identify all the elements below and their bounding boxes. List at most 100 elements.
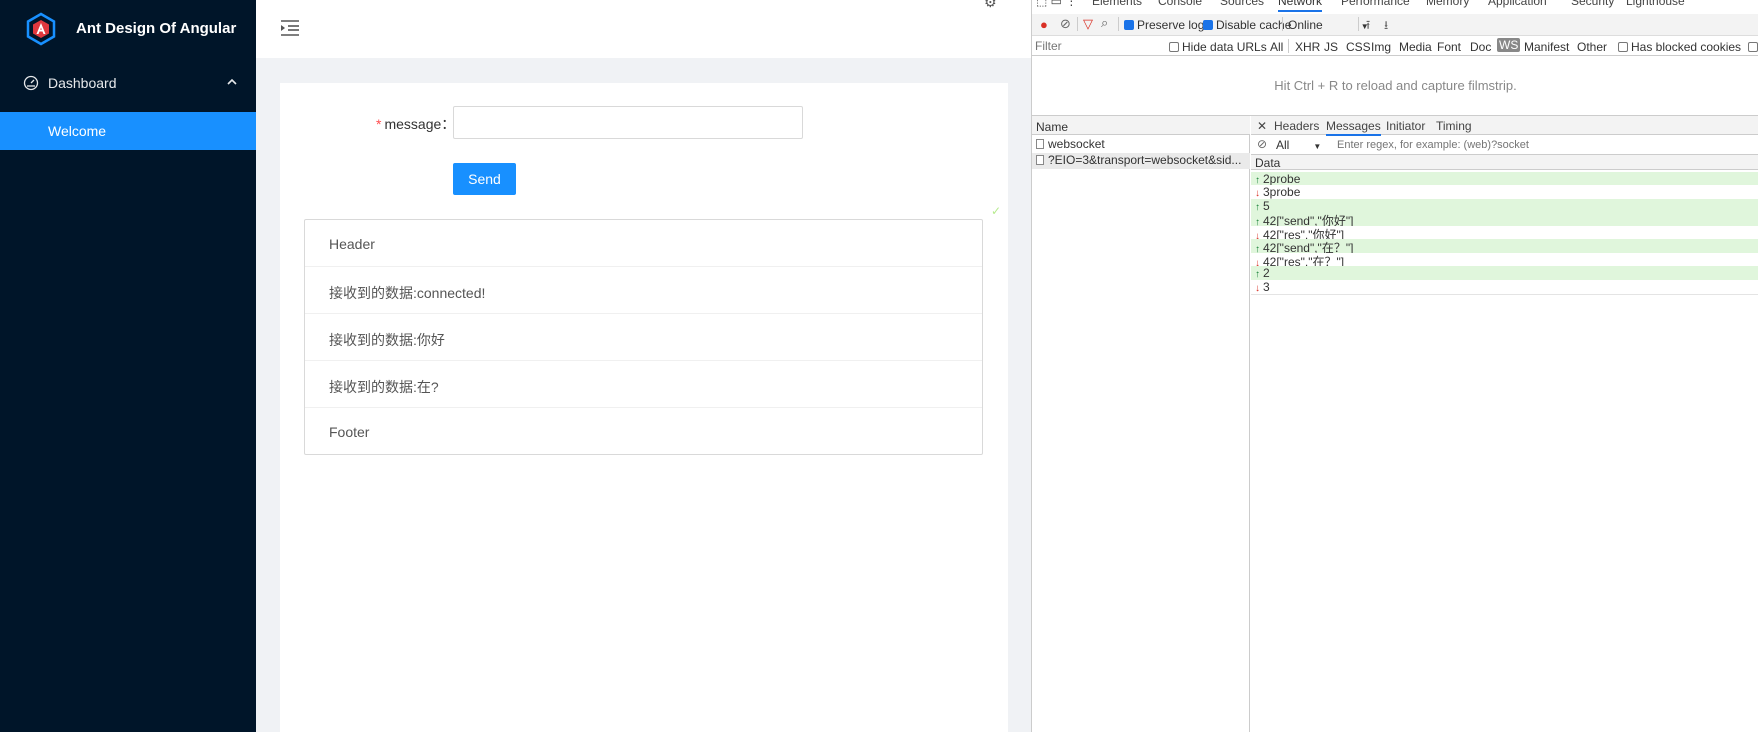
message-input[interactable] xyxy=(453,106,803,139)
tab-elements[interactable]: Elements xyxy=(1092,0,1142,8)
send-button[interactable]: Send xyxy=(453,163,516,195)
file-icon xyxy=(1036,139,1044,149)
export-har-icon[interactable]: ⭳ xyxy=(1384,16,1388,37)
tab-network[interactable]: Network xyxy=(1278,0,1323,12)
request-row[interactable]: websocket xyxy=(1032,137,1250,153)
filter-input[interactable] xyxy=(1035,38,1155,54)
detail-tabs: ✕ Headers Messages Initiator Timing xyxy=(1251,116,1758,136)
request-name: websocket xyxy=(1048,137,1105,151)
devtools-tabs: ⬚ ▭ ⋮ Elements Console Sources Network P… xyxy=(1032,0,1758,12)
request-name: ?EIO=3&transport=websocket&sid... xyxy=(1048,153,1242,167)
tab-lighthouse[interactable]: Lighthouse xyxy=(1626,0,1685,8)
filmstrip-area: Hit Ctrl + R to reload and capture films… xyxy=(1032,56,1758,116)
filter-type-font[interactable]: Font xyxy=(1437,40,1461,54)
frame-data: 2probe xyxy=(1263,172,1301,186)
angular-logo-icon[interactable] xyxy=(24,12,58,46)
has-blocked-cookies-checkbox[interactable]: Has blocked cookies xyxy=(1618,40,1741,54)
messages-filter-input[interactable] xyxy=(1337,137,1622,153)
checkbox-unchecked-icon xyxy=(1618,42,1628,52)
dropdown-arrow-icon: ▼ xyxy=(1313,142,1322,151)
filter-type-manifest[interactable]: Manifest xyxy=(1524,40,1569,54)
request-row[interactable]: ?EIO=3&transport=websocket&sid... xyxy=(1032,153,1250,169)
tab-console[interactable]: Console xyxy=(1158,0,1202,8)
name-column-header[interactable]: Name xyxy=(1032,116,1250,135)
clear-icon[interactable]: ⊘ xyxy=(1060,16,1071,32)
arrow-down-icon: ↓ xyxy=(1255,188,1260,200)
required-mark: * xyxy=(376,116,382,132)
tab-headers[interactable]: Headers xyxy=(1274,119,1319,133)
dashboard-icon xyxy=(23,75,39,91)
clear-messages-icon[interactable]: ⊘ xyxy=(1257,137,1267,151)
check-icon: ✓ xyxy=(991,204,1002,218)
disable-cache-label: Disable cache xyxy=(1216,18,1292,32)
message-label-text: message xyxy=(384,116,442,132)
checkbox-checked-icon xyxy=(1203,20,1213,30)
disable-cache-checkbox[interactable]: Disable cache xyxy=(1203,18,1291,32)
filter-type-js[interactable]: JS xyxy=(1324,40,1338,54)
menu-item-welcome[interactable]: Welcome xyxy=(0,112,256,150)
tab-messages[interactable]: Messages xyxy=(1326,119,1381,136)
menu-item-dashboard-label: Dashboard xyxy=(48,75,117,91)
list-item: 接收到的数据:在? xyxy=(305,361,982,408)
data-column-header[interactable]: Data xyxy=(1251,155,1758,170)
tab-initiator[interactable]: Initiator xyxy=(1386,119,1425,133)
tab-performance[interactable]: Performance xyxy=(1341,0,1410,8)
filter-type-all[interactable]: All xyxy=(1270,40,1283,54)
frame-data: 2 xyxy=(1263,266,1270,281)
hide-data-urls-label: Hide data URLs xyxy=(1182,40,1267,54)
hide-data-urls-checkbox[interactable]: Hide data URLs xyxy=(1169,40,1267,54)
file-icon xyxy=(1036,155,1044,165)
chevron-up-icon xyxy=(227,78,237,85)
messages-filter-bar: ⊘ All ▼ xyxy=(1251,135,1758,155)
arrow-down-icon: ↓ xyxy=(1255,282,1260,294)
network-toolbar: ● ⊘ ▽ ⌕ Preserve log Disable cache Onlin… xyxy=(1032,14,1758,36)
arrow-up-icon: ↑ xyxy=(1255,201,1260,213)
preserve-log-checkbox[interactable]: Preserve log xyxy=(1124,18,1204,32)
tab-security[interactable]: Security xyxy=(1571,0,1614,8)
has-blocked-cookies-label: Has blocked cookies xyxy=(1631,40,1742,54)
message-type-value: All xyxy=(1276,138,1290,152)
arrow-up-icon: ↑ xyxy=(1255,269,1260,281)
throttle-value: Online xyxy=(1288,18,1323,32)
app-header xyxy=(256,0,1031,58)
checkbox-checked-icon xyxy=(1124,20,1134,30)
message-type-select[interactable]: All ▼ xyxy=(1276,138,1321,152)
tab-memory[interactable]: Memory xyxy=(1426,0,1469,8)
inspect-icon[interactable]: ⬚ ▭ ⋮ xyxy=(1036,0,1077,8)
network-filter-bar: Hide data URLs All XHR JS CSS Img Media … xyxy=(1032,36,1758,56)
filter-type-other[interactable]: Other xyxy=(1577,40,1607,54)
list-header: Header xyxy=(305,220,982,267)
menu-item-dashboard[interactable]: Dashboard xyxy=(0,64,256,102)
filter-type-xhr[interactable]: XHR xyxy=(1295,40,1320,54)
checkbox-unchecked-icon[interactable] xyxy=(1748,40,1758,54)
filter-type-doc[interactable]: Doc xyxy=(1470,40,1491,54)
import-har-icon[interactable]: ⭱ xyxy=(1366,16,1370,37)
record-icon[interactable]: ● xyxy=(1040,17,1048,32)
filter-icon[interactable]: ▽ xyxy=(1083,16,1093,32)
gear-icon: ⚙ xyxy=(984,0,997,10)
filter-type-img[interactable]: Img xyxy=(1371,40,1391,54)
message-label: * message： xyxy=(376,114,455,134)
list-item: 接收到的数据:你好 xyxy=(305,314,982,361)
tab-application[interactable]: Application xyxy=(1488,0,1547,8)
frame-data: 3probe xyxy=(1263,185,1301,200)
filmstrip-message: Hit Ctrl + R to reload and capture films… xyxy=(1274,78,1517,93)
request-list: Name websocket ?EIO=3&transport=websocke… xyxy=(1032,116,1250,732)
message-list: Header 接收到的数据:connected! 接收到的数据:你好 接收到的数… xyxy=(304,219,983,455)
menu-item-welcome-label: Welcome xyxy=(48,123,107,139)
filter-type-media[interactable]: Media xyxy=(1399,40,1432,54)
list-item: 接收到的数据:connected! xyxy=(305,267,982,314)
frame-row[interactable]: ↓ 3 xyxy=(1251,279,1758,295)
throttle-select[interactable]: Online ▼ xyxy=(1288,18,1369,32)
search-icon[interactable]: ⌕ xyxy=(1101,15,1108,31)
preserve-log-label: Preserve log xyxy=(1137,18,1205,32)
menu-fold-icon[interactable] xyxy=(280,18,300,38)
tab-timing[interactable]: Timing xyxy=(1436,119,1472,133)
tab-sources[interactable]: Sources xyxy=(1220,0,1264,8)
close-icon[interactable]: ✕ xyxy=(1257,119,1267,133)
filter-type-css[interactable]: CSS xyxy=(1346,40,1371,54)
filter-type-ws[interactable]: WS xyxy=(1497,38,1521,52)
devtools-panel: ⬚ ▭ ⋮ Elements Console Sources Network P… xyxy=(1031,0,1758,732)
frame-data: 3 xyxy=(1263,279,1270,294)
app-title: Ant Design Of Angular xyxy=(76,20,237,37)
